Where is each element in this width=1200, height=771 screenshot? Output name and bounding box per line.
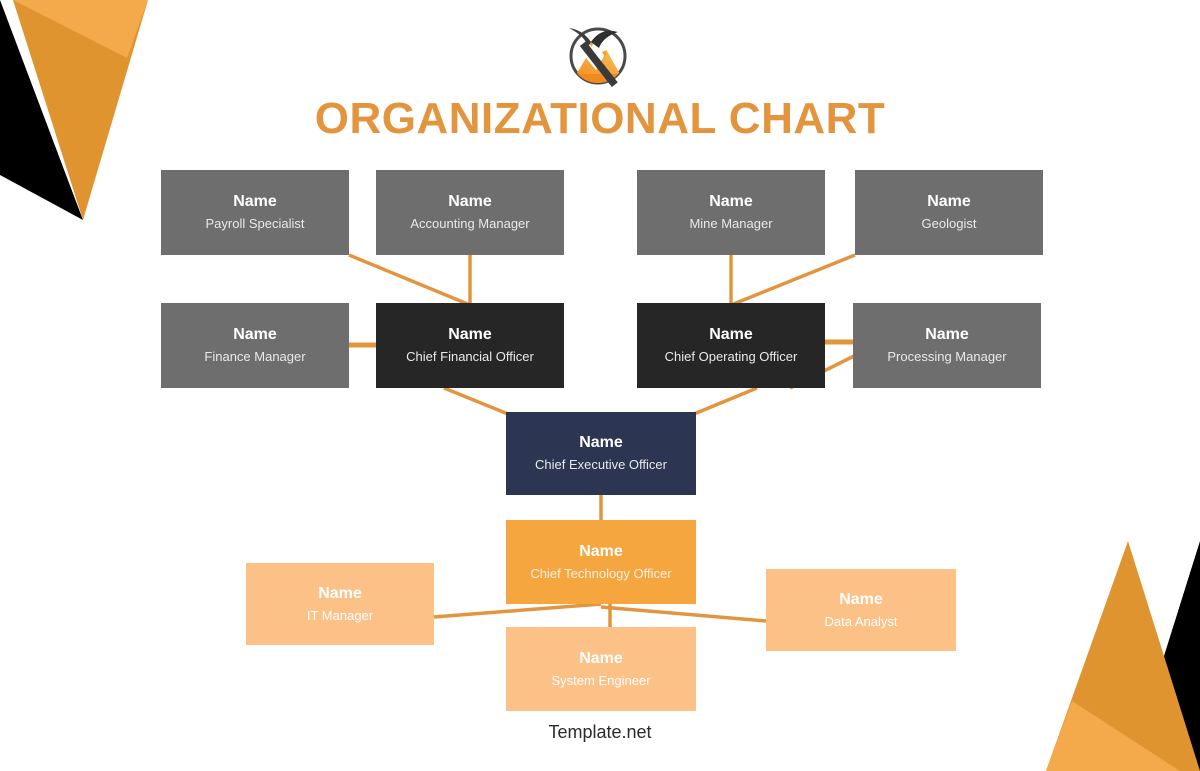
org-node-role: System Engineer [551,672,651,688]
org-node-chief-financial-officer[interactable]: Name Chief Financial Officer [376,303,564,388]
org-node-role: Processing Manager [887,349,1007,365]
org-node-name: Name [448,193,492,211]
organizational-chart-page: ORGANIZATIONAL CHART Name Payroll Specia… [0,0,1200,771]
org-node-name: Name [318,584,362,602]
org-node-name: Name [233,326,277,344]
connector-payroll-specialist-to-cfo [348,253,471,307]
org-node-name: Name [925,326,969,344]
org-node-role: Payroll Specialist [205,216,305,232]
org-node-role: Chief Operating Officer [664,349,798,365]
org-node-role: Data Analyst [824,613,898,629]
org-node-chief-technology-officer[interactable]: Name Chief Technology Officer [506,520,696,604]
org-node-data-analyst[interactable]: Name Data Analyst [766,569,956,651]
connector-cto-to-it-manager [433,602,602,619]
org-node-role: Finance Manager [204,349,306,365]
org-node-role: Chief Technology Officer [530,565,672,581]
org-node-accounting-manager[interactable]: Name Accounting Manager [376,170,564,255]
org-node-name: Name [233,193,277,211]
connector-geologist-to-coo [730,253,856,307]
org-node-role: Mine Manager [689,216,773,232]
org-node-name: Name [448,326,492,344]
org-node-it-manager[interactable]: Name IT Manager [246,563,434,645]
org-node-chief-operating-officer[interactable]: Name Chief Operating Officer [637,303,825,388]
org-node-role: Chief Executive Officer [535,457,667,473]
org-node-name: Name [709,193,753,211]
org-node-system-engineer[interactable]: Name System Engineer [506,627,696,711]
org-node-name: Name [579,649,623,667]
org-node-role: Geologist [921,216,977,232]
org-node-role: Accounting Manager [410,216,530,232]
connector-cfo-to-ceo [443,386,509,416]
org-node-name: Name [579,434,623,452]
org-node-role: Chief Financial Officer [406,349,534,365]
org-node-payroll-specialist[interactable]: Name Payroll Specialist [161,170,349,255]
connector-coo-to-ceo [693,386,758,416]
connector-cto-to-data-analyst [600,605,767,623]
org-node-role: IT Manager [306,607,374,623]
org-node-chief-executive-officer[interactable]: Name Chief Executive Officer [506,412,696,495]
org-node-finance-manager[interactable]: Name Finance Manager [161,303,349,388]
footer-brand: Template.net [548,722,652,742]
org-node-name: Name [839,590,883,608]
org-node-name: Name [709,326,753,344]
org-node-name: Name [927,193,971,211]
org-node-name: Name [579,542,623,560]
org-node-mine-manager[interactable]: Name Mine Manager [637,170,825,255]
org-node-processing-manager[interactable]: Name Processing Manager [853,303,1041,388]
org-node-geologist[interactable]: Name Geologist [855,170,1043,255]
